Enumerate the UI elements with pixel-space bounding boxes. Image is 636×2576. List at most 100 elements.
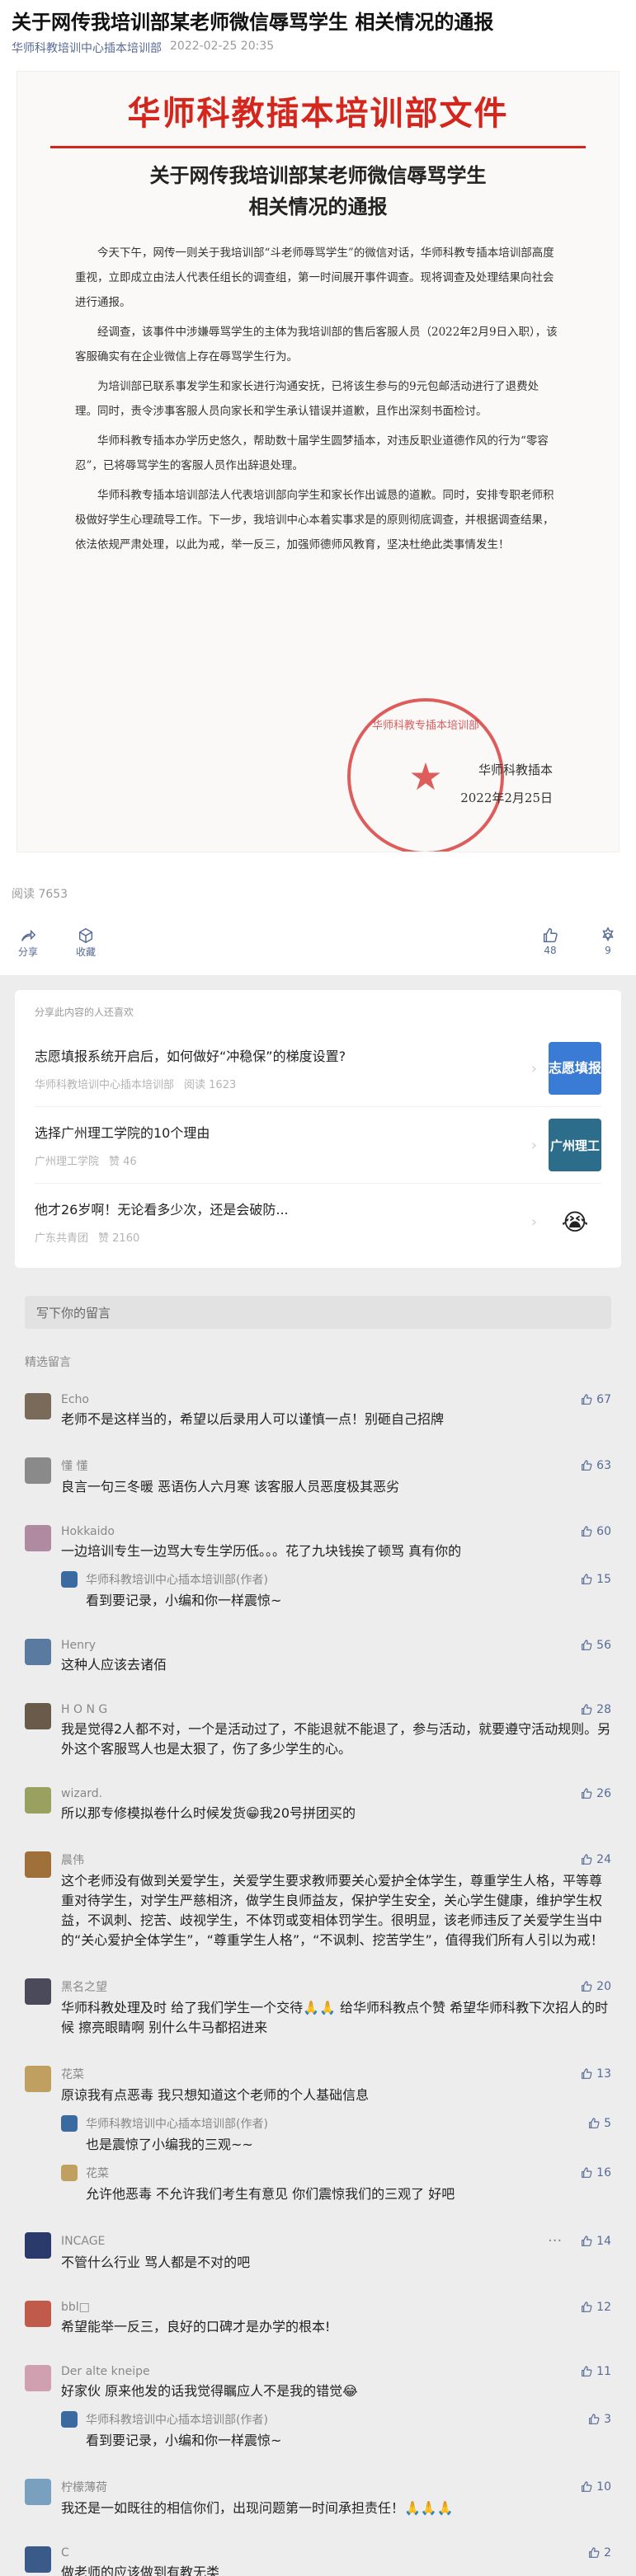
comment-like-button[interactable]: 11 <box>580 2365 611 2378</box>
avatar[interactable] <box>25 1639 51 1665</box>
comment-text: 我是觉得2人都不对，一个是活动过了，不能退就不能退了，参与活动，就要遵守活动规则… <box>61 1721 611 1757</box>
share-icon <box>21 929 36 941</box>
document-paragraph: 华师科教专插本培训部法人代表培训部向学生和家长作出诚恳的道歉。同时，安排专职老师… <box>75 489 554 551</box>
sign-org: 华师科教插本 <box>478 762 553 777</box>
reply-author: 华师科教培训中心插本培训部(作者) <box>86 1574 268 1587</box>
wow-button[interactable]: 9 <box>591 927 624 959</box>
avatar[interactable] <box>25 2546 51 2573</box>
avatar[interactable] <box>61 2165 78 2181</box>
avatar[interactable] <box>25 2232 51 2259</box>
comment-item: 柠檬薄荷 10 我还是一如既往的相信你们，出现问题第一时间承担责任！🙏🙏🙏 <box>0 2464 636 2531</box>
reply-like-button[interactable]: 3 <box>587 2413 611 2426</box>
comment-like-button[interactable]: 63 <box>580 1459 611 1472</box>
like-count: 24 <box>596 1853 611 1866</box>
comment-author: 懂 懂 <box>61 1460 88 1473</box>
recommend-meta: 广州理工学院赞 46 <box>35 1155 137 1168</box>
like-count: 3 <box>604 2413 611 2426</box>
recommend-item[interactable]: 选择广州理工学院的10个理由 广州理工学院赞 46 › 广州理工 <box>35 1107 601 1184</box>
comment-like-button[interactable]: 13 <box>580 2067 611 2081</box>
thumbs-up-icon <box>582 1394 592 1405</box>
comment-text: 所以那专修模拟卷什么时候发货😁我20号拼团买的 <box>61 1805 356 1821</box>
seal-text: 华师科教专插本培训部 <box>371 720 479 732</box>
reply-like-button[interactable]: 5 <box>587 2117 611 2130</box>
comment-author: C <box>61 2546 69 2560</box>
avatar[interactable] <box>25 2066 51 2092</box>
comment-like-button[interactable]: 2 <box>587 2546 611 2560</box>
avatar[interactable] <box>25 1703 51 1729</box>
publish-date: 2022-02-25 20:35 <box>170 40 275 53</box>
comment-item: 懂 懂 63 良言一句三冬暖 恶语伤人六月寒 该客服人员恶度极其恶劣 <box>0 1443 636 1510</box>
like-count: 10 <box>596 2480 611 2494</box>
write-comment-input[interactable]: 写下你的留言 <box>25 1296 611 1329</box>
avatar[interactable] <box>25 1851 51 1878</box>
recommend-item[interactable]: 志愿填报系统开启后，如何做好“冲稳保”的梯度设置? 华师科教培训中心插本培训部阅… <box>35 1030 601 1107</box>
avatar[interactable] <box>61 1571 78 1588</box>
avatar[interactable] <box>25 2479 51 2505</box>
thumbs-up-icon <box>582 1640 592 1650</box>
avatar[interactable] <box>61 2411 78 2428</box>
avatar[interactable] <box>25 1787 51 1814</box>
like-count: 67 <box>596 1393 611 1406</box>
more-options-icon[interactable]: ··· <box>548 2232 562 2250</box>
comment-reply: 华师科教培训中心插本培训部(作者) 15 看到要记录，小编和你一样震惊~ <box>61 1571 611 1611</box>
avatar[interactable] <box>25 1393 51 1419</box>
notice-document-image[interactable]: 华师科教插本培训部文件 关于网传我培训部某老师微信辱骂学生 相关情况的通报 今天… <box>16 71 620 852</box>
more-icon[interactable]: › <box>531 1137 537 1154</box>
comment-like-button[interactable]: 14 <box>580 2235 611 2248</box>
reply-like-button[interactable]: 16 <box>580 2166 611 2180</box>
avatar[interactable] <box>25 2301 51 2327</box>
account-link[interactable]: 华师科教培训中心插本培训部 <box>12 40 162 56</box>
comment-author: Henry <box>61 1639 97 1652</box>
comment-text: 华师科教处理及时 给了我们学生一个交待🙏🙏 给华师科教点个赞 希望华师科教下次招… <box>61 2000 609 2035</box>
like-count: 48 <box>544 945 557 956</box>
recommend-item[interactable]: 他才26岁啊！无论看多少次，还是会破防... 广东共青团赞 2160 › 😭 <box>35 1184 601 1260</box>
reply-like-button[interactable]: 15 <box>580 1573 611 1586</box>
like-count: 13 <box>596 2067 611 2081</box>
comment-author: bbl□ <box>61 2301 90 2314</box>
comment-text: 这种人应该去诸佰 <box>61 1657 167 1673</box>
avatar[interactable] <box>25 1525 51 1551</box>
recommend-panel: 分享此内容的人还喜欢 志愿填报系统开启后，如何做好“冲稳保”的梯度设置? 华师科… <box>15 990 621 1268</box>
recommend-title: 志愿填报系统开启后，如何做好“冲稳保”的梯度设置? <box>35 1048 346 1064</box>
comment-like-button[interactable]: 10 <box>580 2480 611 2494</box>
document-body: 今天下午，网传一则关于我培训部“斗老师辱骂学生”的微信对话，华师科教专插本培训部… <box>17 223 619 557</box>
document-subtitle: 关于网传我培训部某老师微信辱骂学生 相关情况的通报 <box>149 163 487 218</box>
reply-text: 也是震惊了小编我的三观~~ <box>86 2137 253 2152</box>
comment-item: bbl□ 12 希望能举一反三，良好的口碑才是办学的根本! <box>0 2286 636 2350</box>
like-button[interactable]: 48 <box>534 927 567 959</box>
more-icon[interactable]: › <box>531 1060 537 1077</box>
avatar[interactable] <box>25 2365 51 2391</box>
comment-like-button[interactable]: 20 <box>580 1980 611 1993</box>
comment-item: wizard. 26 所以那专修模拟卷什么时候发货😁我20号拼团买的 <box>0 1772 636 1837</box>
recommend-thumbnail: 志愿填报 <box>549 1042 601 1095</box>
comment-author: INCAGE <box>61 2234 106 2248</box>
comment-like-button[interactable]: 60 <box>580 1525 611 1538</box>
comment-like-button[interactable]: 12 <box>580 2301 611 2314</box>
more-icon[interactable]: › <box>531 1213 537 1231</box>
comment-like-button[interactable]: 28 <box>580 1703 611 1716</box>
comment-like-button[interactable]: 24 <box>580 1853 611 1866</box>
thumbs-up-icon <box>582 1704 592 1715</box>
article-meta: 华师科教培训中心插本培训部 2022-02-25 20:35 <box>0 40 636 71</box>
document-paragraph: 华师科教专插本办学历史悠久，帮助数十届学生圆梦插本，对违反职业道德作风的行为“零… <box>75 434 549 472</box>
comment-author: 柠檬薄荷 <box>61 2481 107 2494</box>
cube-icon <box>78 927 93 944</box>
favorite-button[interactable]: 收藏 <box>69 927 102 959</box>
like-count: 20 <box>596 1980 611 1993</box>
avatar[interactable] <box>61 2115 78 2132</box>
share-button[interactable]: 分享 <box>12 927 45 959</box>
comment-text: 良言一句三冬暖 恶语伤人六月寒 该客服人员恶度极其恶劣 <box>61 1479 400 1494</box>
comment-like-button[interactable]: 26 <box>580 1787 611 1800</box>
reply-text: 看到要记录，小编和你一样震惊~ <box>86 1593 282 1608</box>
thumbs-up-icon <box>582 1574 592 1584</box>
avatar[interactable] <box>25 1978 51 2005</box>
thumbs-up-icon <box>582 1526 592 1537</box>
comment-like-button[interactable]: 67 <box>580 1393 611 1406</box>
avatar[interactable] <box>25 1457 51 1484</box>
comment-like-button[interactable]: 56 <box>580 1639 611 1652</box>
comment-author: Echo <box>61 1393 89 1406</box>
like-count: 63 <box>596 1459 611 1472</box>
action-bar: 分享 收藏 48 9 <box>0 910 636 967</box>
comment-item: C 2 做老师的应该做到有教无类 <box>0 2531 636 2576</box>
